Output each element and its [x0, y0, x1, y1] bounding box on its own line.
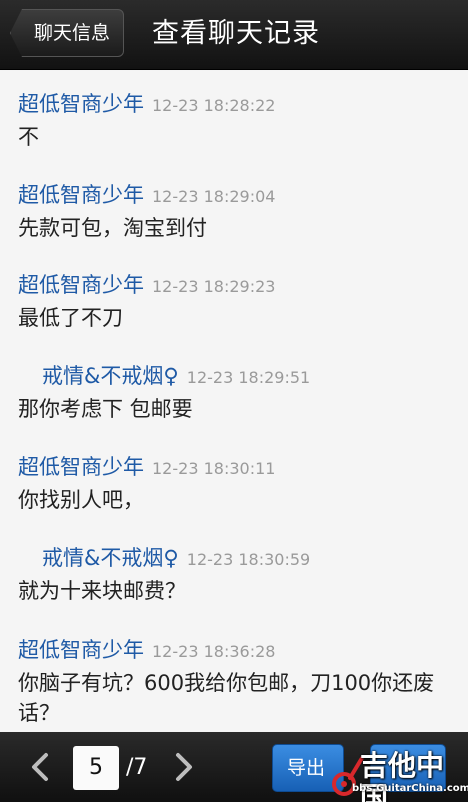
message-text: 那你考虑下 包邮要	[18, 397, 193, 421]
message-time: 12-23 18:29:51	[186, 368, 311, 387]
watermark-url: bbs.GuitarChina.com	[352, 783, 468, 794]
message-text: 最低了不刀	[18, 306, 123, 330]
sender-name: 超低智商少年	[18, 183, 144, 207]
message-item: 戒情&不戒烟♀ 12-23 18:30:59 就为十来块邮费？	[0, 542, 468, 606]
page-total: /7	[126, 755, 148, 780]
back-button[interactable]: 聊天信息	[10, 9, 124, 57]
message-time: 12-23 18:30:11	[152, 459, 276, 478]
message-item: 超低智商少年 12-23 18:30:11 你找别人吧，	[0, 451, 468, 515]
page-number-input[interactable]: 5	[73, 746, 119, 790]
message-text: 你脑子有坑？600我给你包邮，刀100你还废话？	[18, 671, 435, 725]
message-time: 12-23 18:29:23	[152, 277, 276, 296]
message-text: 就为十来块邮费？	[18, 579, 186, 603]
message-text: 先款可包，淘宝到付	[18, 216, 207, 240]
watermark-title: 吉他中国	[360, 749, 445, 802]
sender-name: 戒情&不戒烟♀	[42, 546, 179, 570]
message-item: 超低智商少年 12-23 18:28:22 不	[0, 88, 468, 152]
sender-name: 超低智商少年	[18, 273, 144, 297]
message-item: 超低智商少年 12-23 18:29:23 最低了不刀	[0, 269, 468, 333]
message-text: 你找别人吧，	[18, 488, 144, 512]
message-time: 12-23 18:30:59	[186, 550, 311, 569]
sender-name: 超低智商少年	[18, 638, 144, 662]
title-bar: 聊天信息 查看聊天记录	[0, 0, 468, 70]
message-item: 超低智商少年 12-23 18:29:04 先款可包，淘宝到付	[0, 179, 468, 243]
sender-name: 超低智商少年	[18, 92, 144, 116]
message-time: 12-23 18:36:28	[152, 642, 276, 661]
page-title: 查看聊天记录	[152, 18, 320, 49]
chevron-left-icon[interactable]	[26, 752, 56, 782]
message-item: 戒情&不戒烟♀ 12-23 18:29:51 那你考虑下 包邮要	[0, 360, 468, 424]
chevron-right-icon[interactable]	[168, 752, 198, 782]
sender-name: 超低智商少年	[18, 455, 144, 479]
site-watermark: 吉他中国 bbs.GuitarChina.com	[330, 750, 468, 802]
chat-history-list[interactable]: 超低智商少年 12-23 18:28:22 不 超低智商少年 12-23 18:29…	[0, 71, 468, 732]
sender-name: 戒情&不戒烟♀	[42, 364, 179, 388]
message-text: 不	[18, 125, 39, 149]
message-item: 超低智商少年 12-23 18:36:28 你脑子有坑？600我给你包邮，刀100…	[0, 634, 468, 728]
message-time: 12-23 18:29:04	[152, 187, 276, 206]
message-time: 12-23 18:28:22	[152, 96, 276, 115]
